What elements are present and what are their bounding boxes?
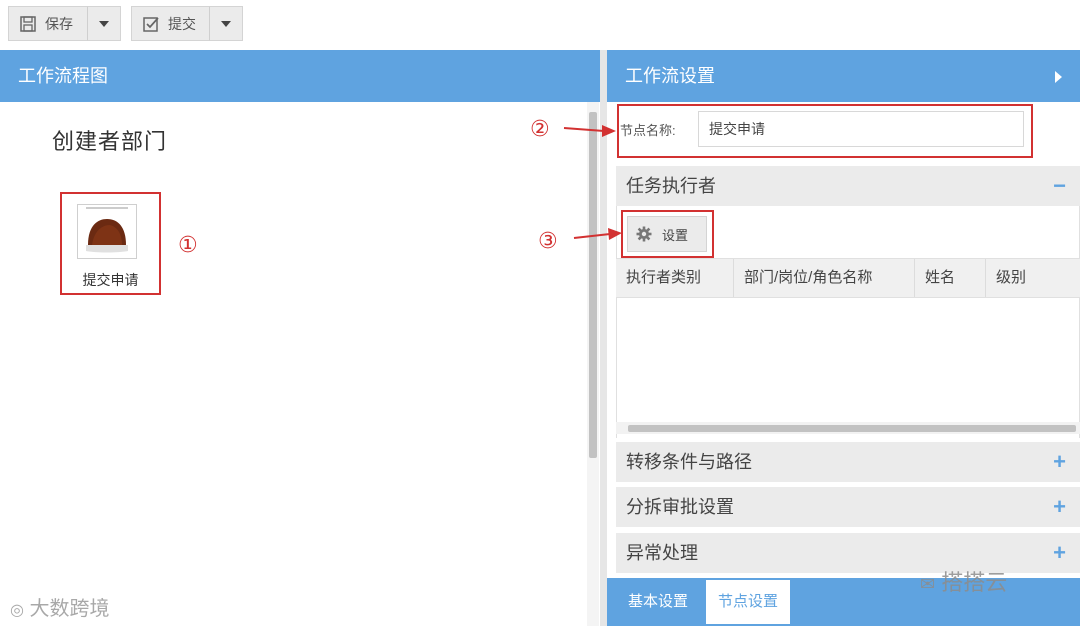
watermark-left-text: 大数跨境: [29, 598, 110, 620]
workflow-diagram-header: 工作流程图: [0, 50, 600, 102]
section-exception-handling[interactable]: 异常处理 +: [616, 533, 1080, 573]
caret-down-icon: [221, 20, 231, 27]
expand-icon[interactable]: +: [1053, 487, 1066, 527]
wechat-icon: ✉: [920, 574, 936, 594]
section-label: 转移条件与路径: [626, 452, 752, 472]
settings-button[interactable]: 设置: [627, 216, 707, 252]
workflow-settings-header: 工作流设置: [607, 50, 1080, 102]
tab-basic-settings[interactable]: 基本设置: [616, 580, 700, 624]
node-name-label: 节点名称:: [620, 123, 676, 138]
column-header[interactable]: 姓名: [915, 259, 986, 297]
caret-down-icon: [99, 20, 109, 27]
settings-button-label: 设置: [662, 227, 689, 243]
submit-dropdown-button[interactable]: [209, 6, 243, 41]
watermark-right-text: 搭搭云: [941, 570, 1008, 595]
save-icon: [19, 15, 37, 33]
annotation-arrow-icon: [573, 228, 622, 240]
save-dropdown-button[interactable]: [87, 6, 121, 41]
executor-table-header: 执行者类别 部门/岗位/角色名称 姓名 级别: [616, 258, 1080, 298]
column-header[interactable]: 执行者类别: [616, 259, 734, 297]
scrollbar-thumb[interactable]: [628, 425, 1076, 432]
vertical-scrollbar[interactable]: [587, 102, 599, 626]
section-split-approval[interactable]: 分拆审批设置 +: [616, 487, 1080, 527]
annotation-marker-3: ③: [538, 228, 558, 253]
save-button[interactable]: 保存: [8, 6, 88, 41]
column-header[interactable]: 级别: [986, 259, 1080, 297]
scrollbar-thumb[interactable]: [589, 112, 597, 458]
gear-icon: [636, 226, 652, 242]
node-label: 提交申请: [82, 272, 139, 288]
user-icon: [77, 204, 137, 259]
watermark-right: ✉ 搭搭云: [920, 565, 1007, 597]
submit-label: 提交: [168, 15, 196, 32]
toolbar: 保存 提交: [0, 0, 1080, 50]
watermark-logo-icon: ◎: [10, 602, 24, 619]
section-label: 异常处理: [626, 543, 698, 563]
expand-icon[interactable]: +: [1053, 533, 1066, 573]
section-task-executor-label: 任务执行者: [626, 176, 716, 196]
collapse-right-icon[interactable]: [1055, 71, 1062, 83]
annotation-marker-1: ①: [178, 232, 198, 257]
save-label: 保存: [45, 15, 73, 32]
node-name-input[interactable]: 提交申请: [698, 111, 1024, 147]
annotation-arrow-icon: [563, 125, 616, 137]
checkbox-icon: [142, 15, 160, 33]
department-lane-title: 创建者部门: [52, 129, 168, 154]
watermark-left: ◎ 大数跨境: [10, 592, 110, 621]
horizontal-scrollbar[interactable]: [616, 422, 1080, 434]
column-header[interactable]: 部门/岗位/角色名称: [734, 259, 915, 297]
section-label: 分拆审批设置: [626, 497, 734, 517]
workflow-node-submit[interactable]: 提交申请: [60, 192, 161, 295]
section-transfer-conditions[interactable]: 转移条件与路径 +: [616, 442, 1080, 482]
submit-button[interactable]: 提交: [131, 6, 211, 41]
tab-node-settings[interactable]: 节点设置: [706, 580, 791, 624]
collapse-icon[interactable]: −: [1053, 166, 1066, 206]
annotation-marker-2: ②: [530, 116, 550, 141]
workflow-canvas[interactable]: [0, 102, 586, 626]
section-task-executor[interactable]: 任务执行者 −: [616, 166, 1080, 206]
expand-icon[interactable]: +: [1053, 442, 1066, 482]
workflow-settings-title: 工作流设置: [625, 66, 715, 86]
